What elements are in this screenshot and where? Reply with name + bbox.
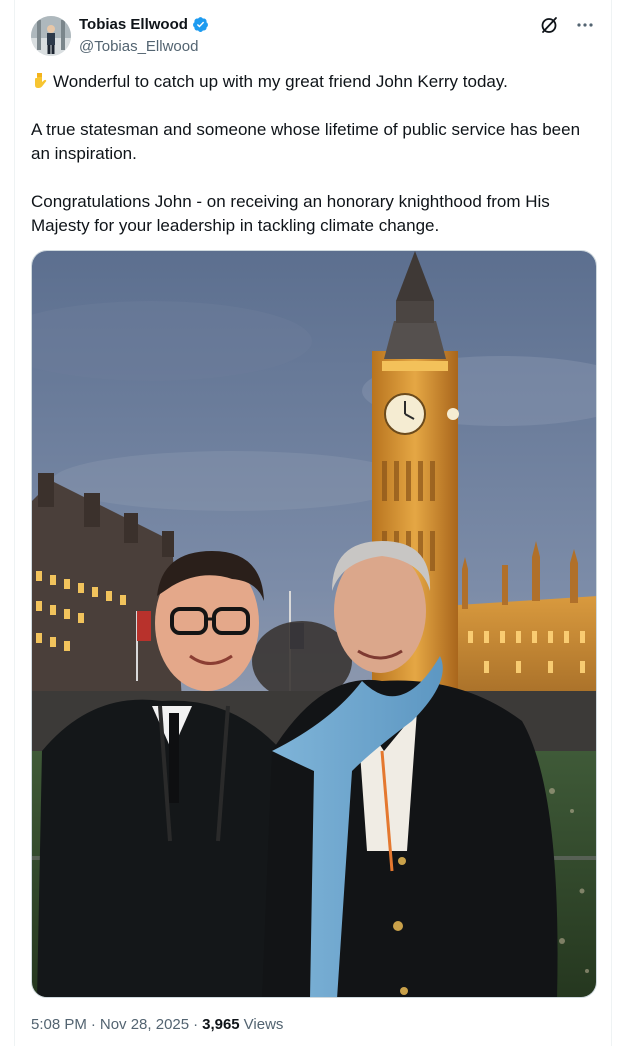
- author-display-name[interactable]: Tobias Ellwood: [79, 16, 188, 33]
- grok-icon[interactable]: [538, 14, 560, 36]
- tweet-meta: 5:08 PM · Nov 28, 2025 · 3,965 Views: [31, 1016, 283, 1033]
- views-count[interactable]: 3,965: [202, 1016, 240, 1033]
- verified-badge-icon[interactable]: [192, 16, 209, 33]
- views-label: Views: [243, 1016, 284, 1033]
- tweet-paragraph: Wonderful to catch up with my great frie…: [31, 70, 591, 94]
- tweet-time[interactable]: 5:08 PM: [31, 1016, 87, 1033]
- tweet-paragraph-text: Wonderful to catch up with my great frie…: [53, 72, 508, 91]
- tweet-paragraph: Congratulations John - on receiving an h…: [31, 192, 550, 235]
- more-icon[interactable]: [574, 14, 596, 36]
- tweet-text: Wonderful to catch up with my great frie…: [31, 70, 591, 238]
- meta-separator: ·: [90, 1016, 96, 1033]
- pointing-down-emoji-icon: [31, 72, 49, 90]
- tweet-photo[interactable]: [31, 250, 597, 998]
- tweet-actions-top: [538, 14, 596, 36]
- author-avatar[interactable]: [31, 16, 71, 56]
- meta-separator: ·: [193, 1016, 199, 1033]
- author-handle[interactable]: @Tobias_Ellwood: [79, 38, 198, 55]
- tweet-date[interactable]: Nov 28, 2025: [100, 1016, 189, 1033]
- author-name-row: Tobias Ellwood: [79, 16, 209, 33]
- tweet-paragraph: A true statesman and someone whose lifet…: [31, 120, 581, 163]
